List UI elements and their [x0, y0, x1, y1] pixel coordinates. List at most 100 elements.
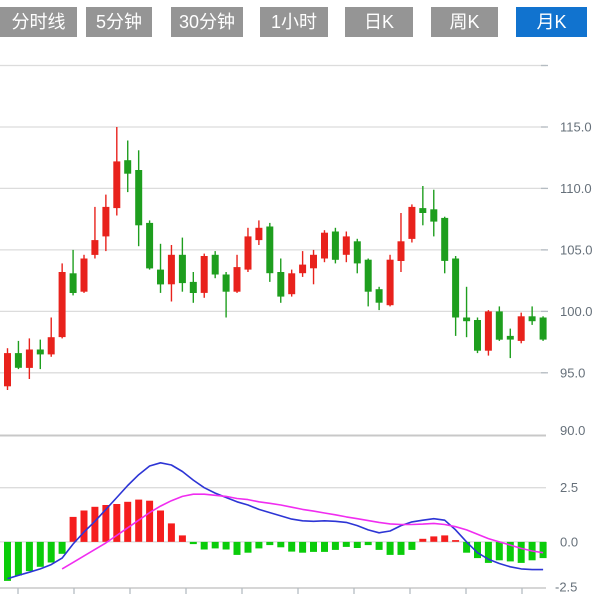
dif-line [8, 463, 544, 579]
tab-timeframe-6[interactable]: 月K [516, 7, 587, 37]
dea-line [62, 494, 543, 569]
macd-hist-bar [201, 542, 208, 550]
macd-axis-label: -2.5 [555, 580, 577, 595]
candle-body [529, 316, 536, 321]
candle-body [157, 270, 164, 285]
candle-body [168, 255, 175, 284]
timeframe-tabs: 分时线 5分钟 30分钟 1小时日K 周K 月K [0, 7, 587, 37]
macd-hist-bar [452, 540, 459, 542]
candle-body [299, 265, 306, 274]
macd-hist-bar [419, 539, 426, 542]
tab-timeframe-2[interactable]: 30分钟 [171, 7, 243, 37]
candle-body [245, 236, 252, 269]
macd-hist-bar [343, 542, 350, 547]
candle-body [419, 208, 426, 213]
macd-hist-bar [124, 502, 131, 542]
macd-hist-bar [430, 536, 437, 541]
candle-body [70, 273, 77, 293]
macd-hist-bar [310, 542, 317, 552]
macd-hist-bar [441, 535, 448, 542]
macd-hist-bar [59, 542, 66, 554]
candle-body [288, 273, 295, 294]
candle-body [310, 255, 317, 268]
candle-body [81, 259, 88, 292]
candle-body [321, 233, 328, 259]
candle-body [441, 218, 448, 261]
candle-body [408, 207, 415, 239]
price-axis-label: 100.0 [560, 304, 593, 319]
macd-hist-bar [223, 542, 230, 550]
candle-body [179, 255, 186, 283]
chart-canvas: 115.0110.0105.0100.095.090.02.50.0-2.5 [0, 0, 605, 597]
candle-body [332, 232, 339, 260]
candle-body [266, 227, 273, 274]
tab-timeframe-3[interactable]: 1小时 [260, 7, 328, 37]
candle-body [4, 353, 11, 386]
candle-body [37, 350, 44, 355]
candle-body [496, 311, 503, 339]
candle-body [212, 255, 219, 275]
candle-body [26, 350, 33, 368]
macd-hist-bar [365, 542, 372, 545]
macd-hist-bar [518, 542, 525, 563]
macd-hist-bar [245, 542, 252, 553]
tab-timeframe-5[interactable]: 周K [431, 7, 498, 37]
candle-body [277, 272, 284, 297]
macd-hist-bar [398, 542, 405, 555]
macd-hist-bar [277, 542, 284, 547]
candle-body [48, 337, 55, 354]
candle-body [376, 289, 383, 303]
macd-hist-bar [157, 511, 164, 542]
macd-hist-bar [496, 542, 503, 560]
candle-body [146, 223, 153, 269]
candle-body [518, 316, 525, 341]
price-axis-label: 95.0 [560, 365, 585, 380]
candle-body [387, 260, 394, 306]
macd-hist-bar [48, 542, 55, 563]
price-axis-label: 115.0 [560, 119, 592, 134]
price-axis-label: 110.0 [560, 181, 592, 196]
macd-hist-bar [540, 542, 547, 558]
macd-hist-bar [408, 542, 415, 550]
candle-body [255, 228, 262, 240]
candle-body [485, 311, 492, 350]
tab-timeframe-0[interactable]: 分时线 [0, 7, 77, 37]
candle-body [15, 353, 22, 368]
macd-hist-bar [37, 542, 44, 567]
candle-body [223, 275, 230, 292]
macd-hist-bar [387, 542, 394, 555]
candle-body [398, 241, 405, 261]
tab-timeframe-1[interactable]: 5分钟 [86, 7, 152, 37]
stock-chart-app: 115.0110.0105.0100.095.090.02.50.0-2.5 分… [0, 0, 605, 597]
tab-timeframe-4[interactable]: 日K [345, 7, 413, 37]
macd-hist-bar [81, 511, 88, 542]
macd-hist-bar [146, 501, 153, 542]
candle-body [234, 267, 241, 292]
macd-hist-bar [321, 542, 328, 552]
macd-hist-bar [376, 542, 383, 550]
macd-hist-bar [168, 523, 175, 541]
macd-hist-bar [234, 542, 241, 555]
candle-body [102, 207, 109, 237]
macd-hist-bar [212, 542, 219, 549]
macd-hist-bar [354, 542, 361, 548]
candle-body [365, 260, 372, 292]
candle-body [343, 236, 350, 254]
macd-axis-label: 0.0 [560, 534, 578, 549]
macd-hist-bar [266, 542, 273, 545]
candle-body [190, 282, 197, 293]
price-axis-label: 90.0 [560, 423, 585, 438]
macd-axis-label: 2.5 [560, 480, 578, 495]
candle-body [354, 241, 361, 263]
candle-body [59, 272, 66, 337]
macd-hist-bar [70, 517, 77, 542]
macd-hist-bar [4, 542, 11, 581]
candle-body [201, 256, 208, 293]
macd-hist-bar [15, 542, 22, 576]
macd-hist-bar [332, 542, 339, 550]
candle-body [474, 320, 481, 351]
candle-body [113, 161, 120, 208]
candle-body [463, 318, 470, 322]
macd-hist-bar [299, 542, 306, 553]
macd-hist-bar [190, 542, 197, 544]
